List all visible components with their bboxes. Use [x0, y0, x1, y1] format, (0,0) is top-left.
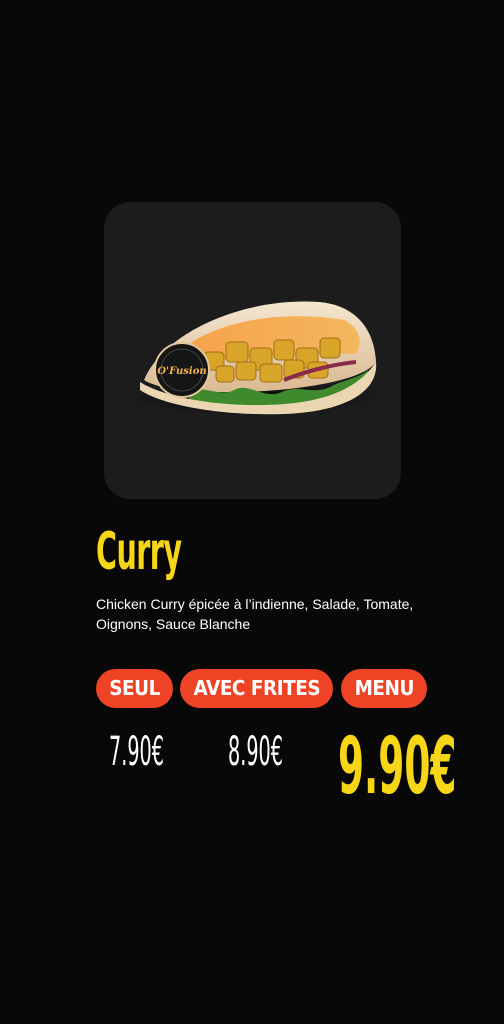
price-menu: 9.90€: [338, 722, 457, 812]
option-avec-frites-label: AVEC FRITES: [193, 676, 320, 700]
option-seul-label: SEUL: [109, 676, 160, 700]
option-avec-frites-button[interactable]: AVEC FRITES: [180, 669, 333, 708]
option-seul-button[interactable]: SEUL: [96, 669, 173, 708]
option-menu-label: MENU: [354, 676, 414, 700]
product-description: Chicken Curry épicée à l’indienne, Salad…: [96, 596, 414, 632]
logo-text: O'Fusion: [157, 366, 206, 377]
chicken-curry-wrap-icon: O'Fusion: [126, 301, 382, 416]
product-image-card: O'Fusion: [104, 202, 401, 499]
option-menu-button[interactable]: MENU: [341, 669, 427, 708]
price-seul: 7.90€: [109, 729, 164, 775]
product-title: Curry: [96, 522, 182, 582]
price-avec-frites: 8.90€: [228, 729, 283, 775]
